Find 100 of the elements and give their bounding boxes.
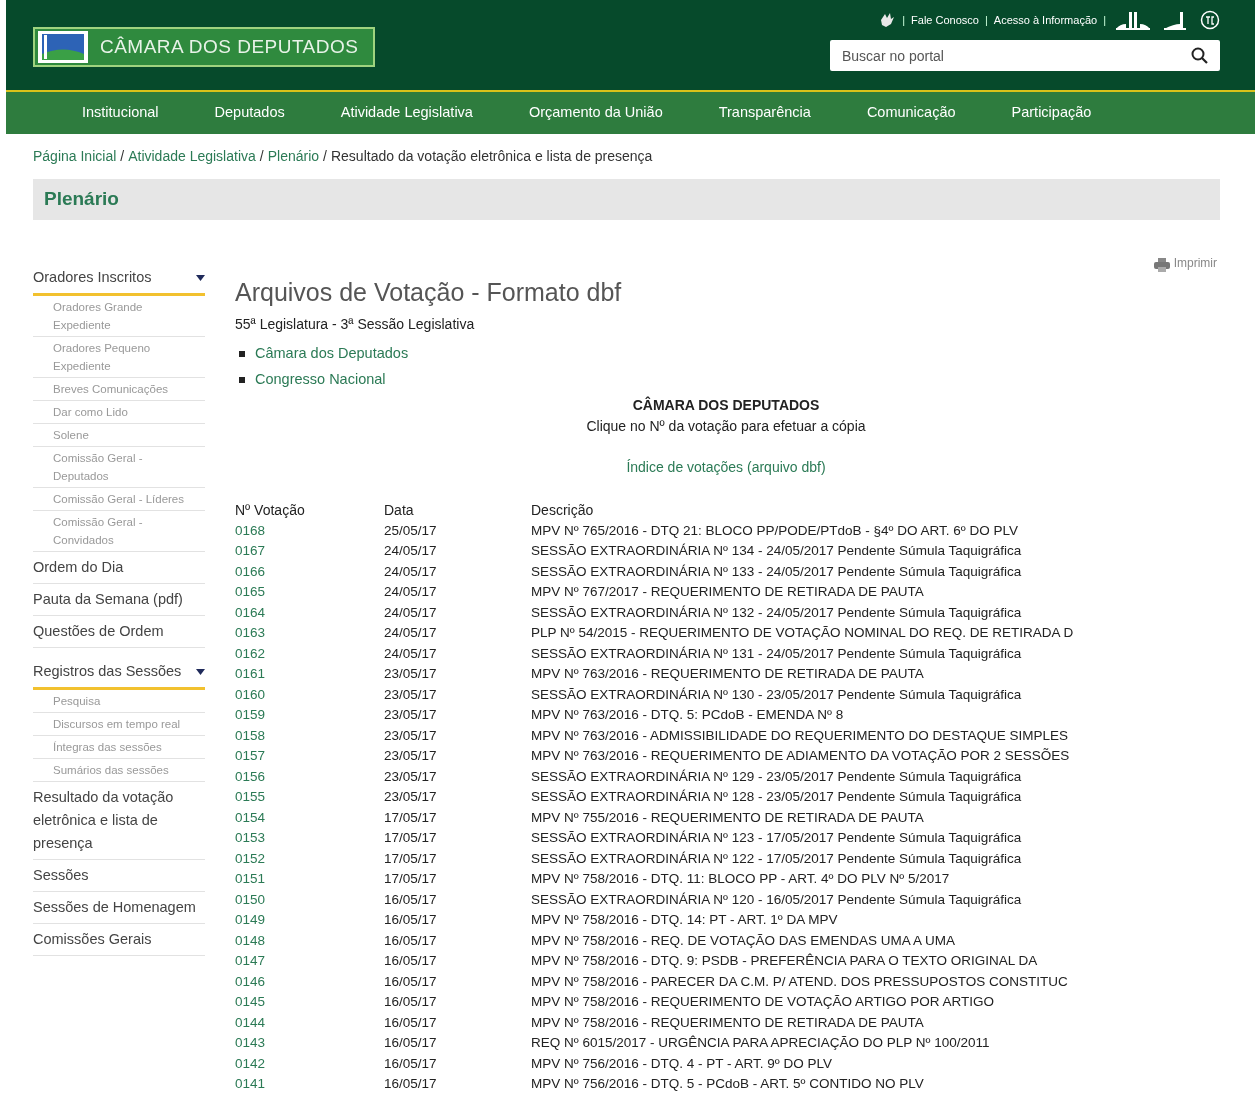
vote-number-link[interactable]: 0166 (235, 563, 266, 579)
description-cell-text: MPV Nº 756/2016 - DTQ. 4 - PT - ART. 9º DO PLV (531, 1054, 833, 1073)
vote-number-link[interactable]: 0157 (235, 748, 266, 763)
bullet-icon (239, 351, 245, 357)
nav-item[interactable]: Comunicação (866, 102, 956, 124)
nav-item[interactable]: Atividade Legislativa (340, 102, 473, 124)
description-cell-text: SESSÃO EXTRAORDINÁRIA Nº 122 - 17/05/2017 Pendente Súmula Taquigráfica (531, 849, 1023, 868)
sidebar-subitem[interactable]: Pesquisa (33, 690, 205, 713)
description-cell-text: MPV Nº 763/2016 - ADMISSIBILIDADE DO REQUERIMENTO DO DESTAQUE SIMPLES (531, 726, 1070, 745)
nav-item[interactable]: Institucional (82, 102, 159, 124)
vote-number-link[interactable]: 0148 (235, 932, 266, 948)
vote-number-link[interactable]: 0162 (235, 645, 266, 661)
nav-item[interactable]: Transparência (718, 102, 811, 124)
index-link[interactable]: Índice de votações (arquivo dbf) (626, 457, 826, 478)
description-cell-text: MPV Nº 758/2016 - REQUERIMENTO DE VOTAÇÃO ARTIGO POR ARTIGO (531, 993, 996, 1011)
breadcrumb-link[interactable]: Plenário (267, 146, 320, 167)
list-link[interactable]: Congresso Nacional (255, 369, 386, 391)
vote-number-link[interactable]: 0147 (235, 953, 266, 968)
vote-number-link[interactable]: 0153 (235, 830, 266, 845)
sidebar-subitem[interactable]: Oradores Pequeno Expediente (33, 337, 205, 378)
sidebar-item[interactable]: Pauta da Semana (pdf) (33, 584, 205, 616)
sidebar-subitem[interactable]: Oradores Grande Expediente (33, 296, 205, 337)
vote-number-link[interactable]: 0159 (235, 707, 266, 722)
sidebar-subitem[interactable]: Comissão Geral - Convidados (33, 511, 205, 552)
sidebar-item[interactable]: Sessões de Homenagem (33, 892, 205, 924)
seal-icon[interactable] (1200, 10, 1220, 30)
vote-number-link[interactable]: 0154 (235, 809, 266, 825)
description-cell-text: MPV Nº 758/2016 - DTQ. 9: PSDB - PREFERÊNCIA PARA O TEXTO ORIGINAL DA (531, 952, 1039, 970)
list-link[interactable]: Câmara dos Deputados (255, 343, 409, 365)
print-link[interactable]: Imprimir (1153, 254, 1217, 272)
building-icon[interactable] (1164, 10, 1186, 30)
vote-number-link[interactable]: 0155 (235, 789, 266, 804)
nav-item[interactable]: Orçamento da União (528, 102, 663, 124)
date-cell-text: 16/05/17 (384, 1054, 438, 1073)
caret-down-icon (196, 274, 205, 281)
section-title: Plenário (44, 187, 119, 212)
vote-number-link[interactable]: 0141 (235, 1076, 266, 1091)
sidebar-subitem[interactable]: Breves Comunicações (33, 378, 205, 401)
description-cell-text: SESSÃO EXTRAORDINÁRIA Nº 132 - 24/05/2017 Pendente Súmula Taquigráfica (531, 603, 1023, 622)
logo-icon (38, 31, 88, 63)
description-cell-text: MPV Nº 758/2016 - PARECER DA C.M. P/ ATEND. DOS PRESSUPOSTOS CONSTITUC (531, 972, 1069, 991)
vote-number-link[interactable]: 0152 (235, 850, 266, 866)
top-link[interactable]: Acesso à Informação (993, 11, 1098, 29)
sidebar-item[interactable]: Sessões (33, 860, 205, 892)
date-cell-text: 16/05/17 (384, 952, 438, 970)
sidebar-subitem[interactable]: Comissão Geral - Líderes (33, 488, 205, 511)
description-cell-text: MPV Nº 763/2016 - REQUERIMENTO DE ADIAMENTO DA VOTAÇÃO POR 2 SESSÕES (531, 747, 1071, 765)
search-field[interactable]: Buscar no portal (830, 40, 1220, 71)
date-cell-text: 24/05/17 (384, 583, 438, 601)
date-cell: 16/05/17 (384, 889, 531, 910)
vote-number-link[interactable]: 0151 (235, 871, 266, 886)
nav-item[interactable]: Participação (1011, 102, 1092, 124)
sidebar-subitem[interactable]: Íntegras das sessões (33, 736, 205, 759)
breadcrumb-link[interactable]: Atividade Legislativa (128, 146, 256, 167)
vote-number-link[interactable]: 0164 (235, 604, 266, 620)
table-heading: CÂMARA DOS DEPUTADOS (632, 395, 820, 415)
vote-number-link[interactable]: 0158 (235, 727, 266, 743)
vote-number-link[interactable]: 0144 (235, 1014, 266, 1030)
vote-number-link[interactable]: 0167 (235, 543, 266, 558)
date-cell: 23/05/17 (384, 766, 531, 787)
vote-number-link[interactable]: 0150 (235, 891, 266, 907)
breadcrumb-link[interactable]: Página Inicial (33, 146, 117, 167)
search-icon[interactable] (1191, 47, 1208, 64)
sidebar-subitem[interactable]: Solene (33, 424, 205, 447)
date-cell-text: 16/05/17 (384, 911, 438, 929)
date-cell: 24/05/17 (384, 541, 531, 562)
sidebar-item[interactable]: Resultado da votação eletrônica e lista de presença (33, 782, 205, 860)
sidebar-item[interactable]: Questões de Ordem (33, 616, 205, 648)
vote-number-link[interactable]: 0145 (235, 994, 266, 1009)
sidebar-item[interactable]: Oradores Inscritos (33, 262, 205, 296)
breadcrumb-separator: / (120, 147, 125, 166)
subtitle: 55ª Legislatura - 3ª Sessão Legislativa (235, 315, 476, 334)
description-cell-text: PLP Nº 54/2015 - REQUERIMENTO DE VOTAÇÃO NOMINAL DO REQ. DE RETIRADA D (531, 624, 1074, 642)
vote-number-link[interactable]: 0142 (235, 1055, 266, 1071)
vote-number-link[interactable]: 0161 (235, 666, 266, 681)
vote-number-link[interactable]: 0168 (235, 522, 266, 538)
sidebar-item[interactable]: Ordem do Dia (33, 552, 205, 584)
hand-icon[interactable] (878, 11, 897, 29)
description-cell-text: SESSÃO EXTRAORDINÁRIA Nº 130 - 23/05/2017 Pendente Súmula Taquigráfica (531, 685, 1023, 704)
sidebar-subitem[interactable]: Discursos em tempo real (33, 713, 205, 736)
vote-number-link[interactable]: 0149 (235, 912, 266, 927)
sidebar-subitem[interactable]: Dar como Lido (33, 401, 205, 424)
site-logo[interactable]: CÂMARA DOS DEPUTADOS (33, 27, 375, 67)
vote-number-link[interactable]: 0143 (235, 1035, 266, 1050)
breadcrumb-separator: / (259, 147, 264, 166)
sidebar-item[interactable]: Comissões Gerais (33, 924, 205, 956)
top-link[interactable]: Fale Conosco (911, 11, 979, 29)
breadcrumb-separator: / (323, 147, 327, 166)
vote-number-link[interactable]: 0146 (235, 973, 266, 989)
sidebar-subitem[interactable]: Comissão Geral - Deputados (33, 447, 205, 488)
vote-number-link[interactable]: 0165 (235, 584, 266, 599)
sidebar-subitem[interactable]: Sumários das sessões (33, 759, 205, 782)
description-cell-text: REQ Nº 6015/2017 - URGÊNCIA PARA APRECIAÇÃO DO PLP Nº 100/2011 (531, 1034, 991, 1052)
vote-number-link[interactable]: 0163 (235, 625, 266, 640)
description-cell-text: MPV Nº 755/2016 - REQUERIMENTO DE RETIRADA DE PAUTA (531, 808, 925, 827)
nav-item[interactable]: Deputados (214, 102, 285, 124)
vote-number-link[interactable]: 0156 (235, 768, 266, 784)
sidebar-item[interactable]: Registros das Sessões (33, 656, 205, 690)
building-icon[interactable] (1116, 10, 1150, 30)
vote-number-link[interactable]: 0160 (235, 686, 266, 702)
